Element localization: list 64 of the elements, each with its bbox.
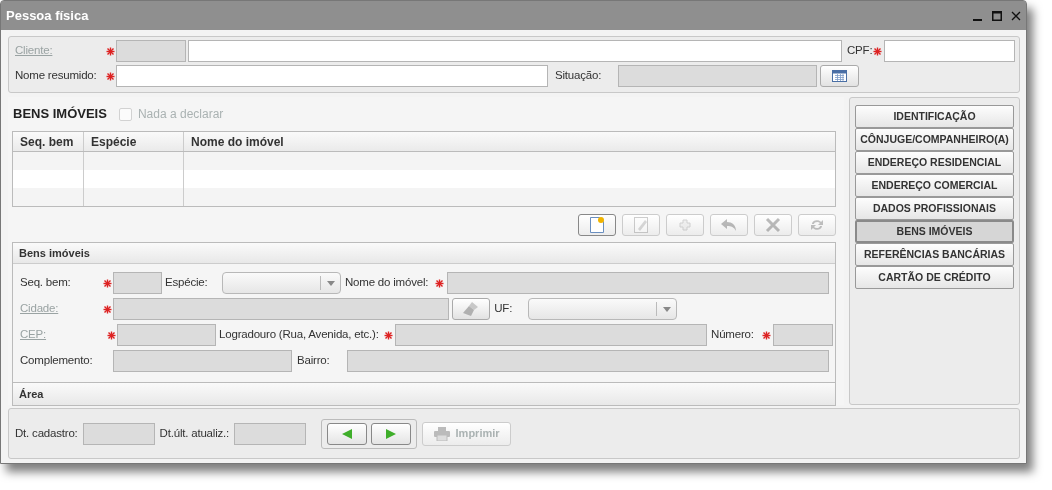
clear-button[interactable] (452, 298, 491, 320)
left-arrow-icon (341, 427, 354, 440)
section-header[interactable]: Área (13, 383, 835, 405)
field-label: Nome resumido: (15, 68, 98, 84)
checkbox-label: Nada a declarar (137, 106, 224, 123)
new-document-icon (589, 216, 605, 234)
close-icon[interactable] (1011, 10, 1021, 21)
plus-icon (679, 219, 691, 231)
required-icon (103, 278, 112, 288)
maximize-icon[interactable] (992, 10, 1002, 21)
field-label: Dt.últ. atualiz.: (159, 425, 230, 441)
column-header[interactable]: Espécie (84, 132, 184, 151)
printer-icon (433, 426, 450, 441)
field-label: Dt. cadastro: (15, 425, 78, 441)
required-icon (106, 71, 115, 81)
dropdown[interactable] (222, 272, 341, 294)
field-label: Logradouro (Rua, Avenida, etc.): (219, 327, 380, 343)
input-field[interactable] (884, 40, 1016, 62)
nav-button[interactable]: ENDEREÇO RESIDENCIAL (855, 151, 1014, 174)
required-icon (107, 330, 117, 340)
nav-button[interactable]: CARTÃO DE CRÉDITO (855, 266, 1014, 289)
right-arrow-icon (385, 427, 398, 440)
required-icon (103, 304, 113, 314)
refresh-icon (810, 218, 824, 232)
next-button[interactable] (371, 422, 412, 445)
column-header[interactable]: Seq. bem (13, 132, 84, 151)
field-label: CPF: (847, 43, 873, 59)
input-field[interactable] (188, 40, 842, 62)
field-label: Seq. bem: (20, 275, 72, 291)
window-title: Pessoa física (6, 6, 89, 25)
delete-icon (765, 217, 781, 233)
required-icon (762, 330, 772, 340)
required-icon (435, 278, 444, 288)
new-button[interactable] (578, 214, 616, 236)
caret-icon (662, 306, 671, 312)
field-label: UF: (494, 301, 513, 317)
nav-button[interactable]: IDENTIFICAÇÃO (855, 105, 1014, 128)
required-icon (384, 330, 394, 340)
nav-button[interactable]: BENS IMÓVEIS (855, 220, 1014, 243)
section-header[interactable]: Bens imóveis (13, 243, 835, 263)
required-icon (106, 46, 115, 56)
field-label: Nome do imóvel: (345, 275, 430, 291)
field-label: Espécie: (165, 275, 209, 291)
field-label: Complemento: (20, 353, 94, 369)
pencil-icon (633, 216, 649, 234)
nav-button[interactable]: DADOS PROFISSIONAIS (855, 197, 1014, 220)
section-title: BENS IMÓVEIS (13, 105, 107, 124)
field-label: Número: (711, 327, 755, 343)
table-row[interactable] (13, 152, 835, 170)
nav-button[interactable]: REFERÊNCIAS BANCÁRIAS (855, 243, 1014, 266)
field-label: Situação: (555, 68, 603, 84)
nav-button[interactable]: CÔNJUGE/COMPANHEIRO(A) (855, 128, 1014, 151)
undo-icon (720, 218, 738, 232)
field-label: Bairro: (297, 353, 331, 369)
required-icon (873, 46, 883, 56)
calendar-icon (832, 70, 847, 82)
input-field[interactable] (116, 65, 548, 87)
caret-icon (326, 280, 335, 286)
column-header[interactable]: Nome do imóvel (184, 132, 835, 151)
nav-button[interactable]: ENDEREÇO COMERCIAL (855, 174, 1014, 197)
calendar-button[interactable] (820, 65, 859, 87)
table-row[interactable] (13, 188, 835, 206)
dropdown[interactable] (528, 298, 678, 320)
previous-button[interactable] (327, 422, 368, 445)
